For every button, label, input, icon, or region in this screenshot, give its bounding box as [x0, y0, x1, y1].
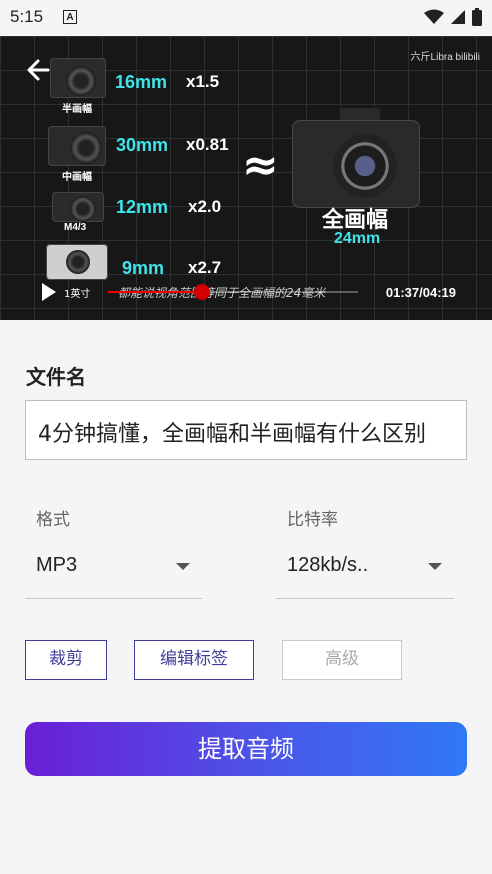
format-underline [25, 598, 202, 599]
focal-length: 9mm [122, 258, 165, 278]
bitrate-underline [276, 598, 454, 599]
status-bar: 5:15 A [0, 0, 492, 36]
camera-label: 1英寸 [64, 289, 91, 300]
progress-fill [108, 291, 202, 293]
full-frame-focal: 24mm [334, 230, 381, 247]
crop-multiplier: x0.81 [186, 135, 229, 154]
status-time: 5:15 [10, 7, 44, 26]
trim-button[interactable]: 裁剪 [25, 640, 107, 680]
status-icons [424, 8, 482, 26]
camera-label: M4/3 [64, 222, 87, 233]
camera-lens-image [70, 196, 96, 222]
focal-length: 30mm [116, 135, 169, 155]
focal-length: 16mm [115, 72, 168, 92]
crop-multiplier: x2.7 [188, 258, 222, 277]
format-label: 格式 [36, 510, 70, 530]
signal-icon [451, 10, 465, 24]
video-player[interactable]: 六斤Libra bilibili 半画幅 16mm x1.5 中画幅 30mm … [0, 36, 492, 320]
camera-label: 中画幅 [62, 172, 92, 183]
play-icon[interactable] [42, 283, 56, 301]
video-watermark: 六斤Libra bilibili [410, 52, 480, 63]
camera-lens-image [66, 66, 96, 96]
advanced-button[interactable]: 高级 [282, 640, 402, 680]
chevron-down-icon[interactable] [428, 563, 442, 570]
camera-lens-image [66, 250, 90, 274]
battery-icon [472, 8, 482, 26]
focal-length: 12mm [116, 197, 169, 217]
camera-lens-image [70, 132, 102, 164]
filename-title: 文件名 [26, 365, 86, 389]
filename-input[interactable]: 4分钟搞懂，全画幅和半画幅有什么区别 [25, 400, 467, 460]
bitrate-label: 比特率 [287, 510, 338, 530]
wifi-icon [424, 9, 444, 24]
crop-multiplier: x1.5 [186, 72, 220, 91]
time-readout: 01:37/04:19 [385, 285, 456, 300]
filename-value: 4分钟搞懂，全画幅和半画幅有什么区别 [38, 422, 426, 447]
approx-symbol: ≈ [242, 140, 279, 191]
extract-audio-button[interactable]: 提取音频 [25, 722, 467, 776]
back-arrow-icon[interactable] [24, 56, 52, 84]
edit-tags-button[interactable]: 编辑标签 [134, 640, 254, 680]
full-frame-sensor-image [333, 134, 397, 198]
format-select[interactable]: MP3 [36, 554, 77, 577]
extract-form: 文件名 4分钟搞懂，全画幅和半画幅有什么区别 格式 比特率 MP3 128kb/… [0, 320, 492, 874]
progress-thumb[interactable] [194, 284, 210, 300]
camera-label: 半画幅 [62, 104, 92, 115]
bitrate-select[interactable]: 128kb/s.. [287, 554, 368, 577]
notification-icon: A [63, 10, 77, 24]
crop-multiplier: x2.0 [188, 197, 222, 216]
chevron-down-icon[interactable] [176, 563, 190, 570]
